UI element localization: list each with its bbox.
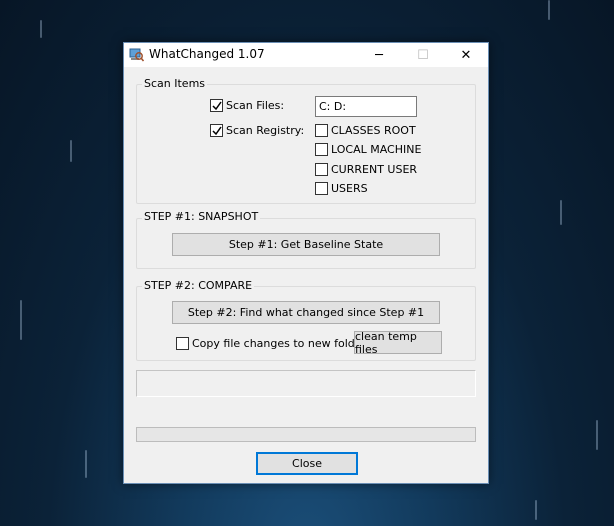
- rain-streak: [596, 420, 598, 450]
- classes-root-checkbox[interactable]: [315, 124, 328, 137]
- step2-label: STEP #2: COMPARE: [142, 279, 255, 292]
- maximize-button[interactable]: ☐: [401, 43, 445, 67]
- copy-changes-label: Copy file changes to new folder: [192, 337, 367, 350]
- scan-files-checkbox[interactable]: [210, 99, 223, 112]
- close-window-button[interactable]: ✕: [444, 43, 488, 67]
- local-machine-label: LOCAL MACHINE: [331, 143, 422, 156]
- close-button[interactable]: Close: [256, 452, 358, 475]
- app-icon: [129, 48, 144, 62]
- copy-changes-checkbox[interactable]: [176, 337, 189, 350]
- status-box: [136, 370, 476, 397]
- scan-items-group: [136, 84, 476, 204]
- scan-registry-checkbox[interactable]: [210, 124, 223, 137]
- rain-streak: [85, 450, 87, 478]
- app-window: WhatChanged 1.07 ─ ☐ ✕ Scan Items Scan F…: [123, 42, 489, 484]
- scan-files-input[interactable]: C: D:: [315, 96, 417, 117]
- maximize-icon: ☐: [417, 47, 429, 63]
- title-bar[interactable]: WhatChanged 1.07 ─ ☐ ✕: [124, 43, 488, 67]
- users-label: USERS: [331, 182, 368, 195]
- clean-temp-files-button[interactable]: clean temp files: [354, 330, 442, 356]
- minimize-button[interactable]: ─: [357, 43, 401, 67]
- minimize-icon: ─: [375, 47, 383, 63]
- step1-label: STEP #1: SNAPSHOT: [142, 210, 261, 223]
- current-user-checkbox[interactable]: [315, 163, 328, 176]
- current-user-label: CURRENT USER: [331, 163, 418, 176]
- find-changes-button[interactable]: Step #2: Find what changed since Step #1: [172, 301, 440, 324]
- rain-streak: [70, 140, 72, 162]
- rain-streak: [560, 200, 562, 225]
- rain-streak: [535, 500, 537, 520]
- checkmark-icon: [212, 101, 222, 111]
- scan-registry-label: Scan Registry:: [226, 124, 305, 137]
- classes-root-label: CLASSES ROOT: [331, 124, 416, 137]
- get-baseline-button[interactable]: Step #1: Get Baseline State: [172, 233, 440, 256]
- local-machine-checkbox[interactable]: [315, 143, 328, 156]
- scan-items-label: Scan Items: [142, 77, 208, 90]
- rain-streak: [40, 20, 42, 38]
- checkmark-icon: [212, 126, 222, 136]
- rain-streak: [548, 0, 550, 20]
- rain-streak: [20, 300, 22, 340]
- window-title: WhatChanged 1.07: [149, 47, 265, 61]
- users-checkbox[interactable]: [315, 182, 328, 195]
- scan-files-label: Scan Files:: [226, 99, 285, 112]
- progress-bar: [136, 427, 476, 442]
- close-icon: ✕: [460, 47, 472, 63]
